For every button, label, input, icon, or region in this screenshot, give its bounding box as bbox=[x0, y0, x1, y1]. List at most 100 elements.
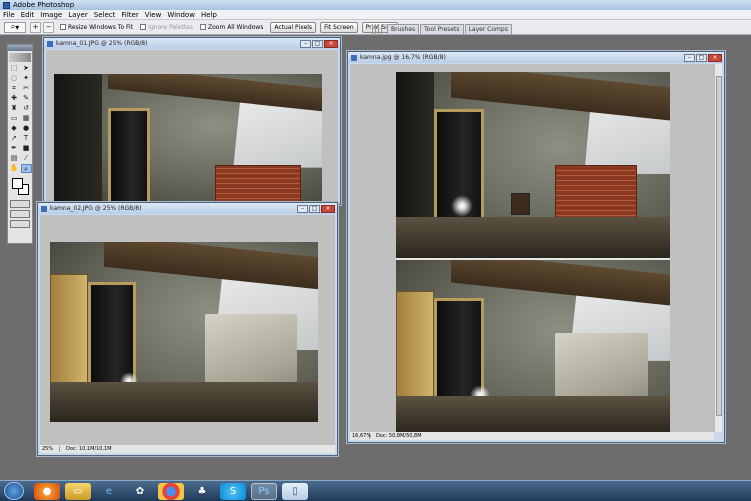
quick-mask-icon[interactable] bbox=[10, 200, 30, 208]
grip-icon[interactable] bbox=[372, 24, 384, 34]
hand-icon[interactable]: ✋ bbox=[9, 164, 20, 173]
color-swatches[interactable] bbox=[8, 176, 32, 198]
document-window-kamna[interactable]: kamna.jpg @ 16,7% (RGB/8) – □ × 16,67% D… bbox=[347, 51, 725, 443]
notes-icon[interactable]: ▤ bbox=[9, 154, 20, 163]
pen-icon[interactable]: ✒ bbox=[9, 144, 20, 153]
crop-icon[interactable]: ⌗ bbox=[9, 84, 20, 93]
resize-windows-checkbox[interactable]: Resize Windows To Fit bbox=[60, 24, 133, 31]
photo-image-top bbox=[396, 72, 670, 258]
document-window-kamna-01[interactable]: kamna_01.JPG @ 25% (RGB/8) – □ × bbox=[43, 37, 341, 205]
menu-edit[interactable]: Edit bbox=[21, 11, 35, 19]
type-icon[interactable]: T bbox=[21, 134, 32, 143]
menu-image[interactable]: Image bbox=[40, 11, 62, 19]
marquee-icon[interactable]: ⬚ bbox=[9, 64, 20, 73]
zoom-in-icon[interactable]: + bbox=[30, 21, 41, 33]
minimize-icon[interactable]: – bbox=[297, 204, 308, 213]
start-button[interactable] bbox=[4, 482, 24, 500]
photo-image bbox=[54, 74, 322, 204]
feather-icon[interactable] bbox=[9, 53, 31, 62]
screen-mode-icon[interactable] bbox=[10, 210, 30, 218]
document-window-kamna-02[interactable]: kamna_02.JPG @ 25% (RGB/8) – □ × 25% Doc: … bbox=[37, 202, 338, 456]
window-titlebar[interactable]: kamna.jpg @ 16,7% (RGB/8) – □ × bbox=[348, 52, 724, 63]
window-title: kamna_01.JPG @ 25% (RGB/8) bbox=[56, 40, 148, 47]
brush-icon[interactable]: ✎ bbox=[21, 94, 32, 103]
menu-filter[interactable]: Filter bbox=[121, 11, 138, 19]
move-icon[interactable]: ➤ bbox=[21, 64, 32, 73]
fit-screen-button[interactable]: Fit Screen bbox=[320, 21, 358, 33]
maximize-icon[interactable]: □ bbox=[309, 204, 320, 213]
window-titlebar[interactable]: kamna_01.JPG @ 25% (RGB/8) – □ × bbox=[44, 38, 340, 49]
minimize-icon[interactable]: – bbox=[684, 53, 695, 62]
eyedropper-icon[interactable]: ⁄ bbox=[21, 154, 32, 163]
canvas-area[interactable] bbox=[40, 215, 335, 445]
close-icon[interactable]: × bbox=[321, 204, 335, 213]
doc-size[interactable]: Doc: 50,8M/50,8M bbox=[370, 433, 422, 439]
menu-window[interactable]: Window bbox=[167, 11, 195, 19]
tab-brushes[interactable]: Brushes bbox=[387, 24, 420, 34]
menu-layer[interactable]: Layer bbox=[68, 11, 88, 19]
vertical-scrollbar[interactable] bbox=[714, 64, 722, 432]
photoshop-icon bbox=[3, 1, 10, 9]
chrome-icon[interactable] bbox=[158, 482, 184, 500]
gimp-icon[interactable]: ✿ bbox=[127, 483, 153, 500]
foreground-color[interactable] bbox=[12, 178, 23, 189]
maximize-icon[interactable]: □ bbox=[696, 53, 707, 62]
games-icon[interactable]: ♣ bbox=[189, 483, 215, 500]
magnifier-icon: ⌕ bbox=[10, 22, 16, 31]
menu-bar: File Edit Image Layer Select Filter View… bbox=[0, 10, 751, 20]
menu-file[interactable]: File bbox=[3, 11, 15, 19]
windows-taskbar: ● ▭ e ✿ ♣ S Ps ▯ bbox=[0, 480, 751, 501]
blur-icon[interactable]: ◆ bbox=[9, 124, 20, 133]
document-icon bbox=[41, 205, 47, 212]
status-bar: 25% Doc: 10,1M/10,1M bbox=[40, 445, 335, 453]
window-title: kamna_02.JPG @ 25% (RGB/8) bbox=[50, 205, 142, 212]
history-brush-icon[interactable]: ↺ bbox=[21, 104, 32, 113]
palette-well: Brushes Tool Presets Layer Comps bbox=[372, 22, 742, 34]
magic-wand-icon[interactable]: ✦ bbox=[21, 74, 32, 83]
photo-image-bottom bbox=[396, 260, 670, 434]
toolbox-header[interactable] bbox=[8, 45, 32, 51]
skype-icon[interactable]: S bbox=[220, 482, 246, 500]
menu-help[interactable]: Help bbox=[201, 11, 217, 19]
close-icon[interactable]: × bbox=[708, 53, 722, 62]
actual-pixels-button[interactable]: Actual Pixels bbox=[270, 21, 317, 33]
app-icon[interactable]: ▯ bbox=[282, 482, 308, 500]
zoom-icon[interactable]: ⌕ bbox=[20, 164, 32, 173]
zoom-level[interactable]: 25% bbox=[40, 446, 60, 452]
jump-to-imageready-icon[interactable] bbox=[10, 220, 30, 228]
canvas-area[interactable] bbox=[46, 50, 338, 204]
zoom-tool-preset[interactable]: ⌕ ▾ bbox=[4, 21, 26, 33]
menu-select[interactable]: Select bbox=[94, 11, 116, 19]
lasso-icon[interactable]: ◌ bbox=[9, 74, 20, 83]
tab-layer-comps[interactable]: Layer Comps bbox=[464, 24, 512, 34]
window-titlebar[interactable]: kamna_02.JPG @ 25% (RGB/8) – □ × bbox=[38, 203, 337, 214]
photoshop-taskbar-icon[interactable]: Ps bbox=[251, 482, 277, 500]
healing-icon[interactable]: ✚ bbox=[9, 94, 20, 103]
firefox-icon[interactable]: ● bbox=[34, 482, 60, 500]
minimize-icon[interactable]: – bbox=[300, 39, 311, 48]
zoom-all-windows-checkbox[interactable]: Zoom All Windows bbox=[200, 24, 263, 31]
canvas-area[interactable] bbox=[350, 64, 714, 434]
zoom-level[interactable]: 16,67% bbox=[350, 433, 371, 439]
doc-size[interactable]: Doc: 10,1M/10,1M bbox=[60, 446, 112, 452]
eraser-icon[interactable]: ▭ bbox=[9, 114, 20, 123]
internet-explorer-icon[interactable]: e bbox=[96, 483, 122, 500]
slice-icon[interactable]: ✂ bbox=[21, 84, 32, 93]
ignore-palettes-checkbox: Ignore Palettes bbox=[140, 24, 193, 31]
tab-tool-presets[interactable]: Tool Presets bbox=[420, 24, 464, 34]
document-icon bbox=[351, 54, 357, 61]
document-icon bbox=[47, 40, 53, 47]
path-select-icon[interactable]: ➚ bbox=[9, 134, 20, 143]
scrollbar-thumb[interactable] bbox=[716, 76, 722, 416]
shape-icon[interactable]: ■ bbox=[21, 144, 32, 153]
close-icon[interactable]: × bbox=[324, 39, 338, 48]
zoom-out-icon[interactable]: − bbox=[43, 21, 54, 33]
menu-view[interactable]: View bbox=[145, 11, 162, 19]
maximize-icon[interactable]: □ bbox=[312, 39, 323, 48]
toolbox: ⬚ ➤ ◌ ✦ ⌗ ✂ ✚ ✎ ♜ ↺ ▭ ▦ ◆ ● ➚ T ✒ ■ ▤ ⁄ ✋ ⌕ bbox=[7, 44, 33, 244]
dodge-icon[interactable]: ● bbox=[21, 124, 32, 133]
gradient-icon[interactable]: ▦ bbox=[21, 114, 32, 123]
folder-icon[interactable]: ▭ bbox=[65, 482, 91, 500]
stamp-icon[interactable]: ♜ bbox=[9, 104, 20, 113]
app-title: Adobe Photoshop bbox=[13, 1, 75, 9]
